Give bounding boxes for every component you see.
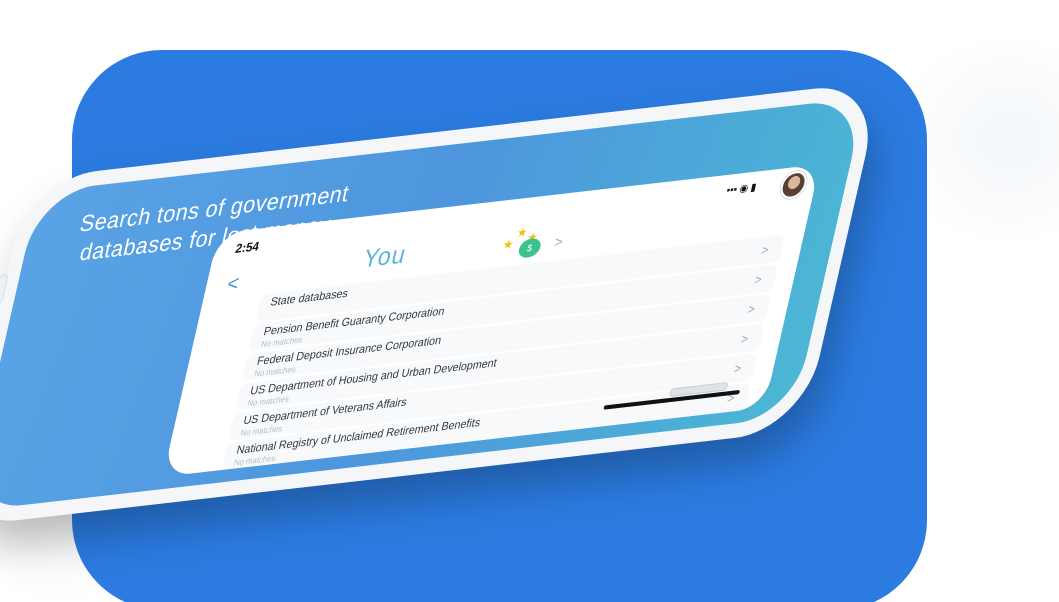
database-list: State databases > Pension Benefit Guaran… (221, 234, 786, 471)
avatar[interactable] (777, 169, 810, 201)
mute-switch (0, 273, 9, 305)
phone-mockup: Search tons of government databases for … (0, 0, 958, 529)
money-bubble-icon: $ (516, 237, 543, 259)
star-icon: ★ (501, 236, 516, 253)
back-arrow-icon[interactable]: < (225, 272, 242, 298)
signal-wifi-battery-icon: ▪▪▪ ◉ ▮ (725, 181, 758, 197)
scene: Search tons of government databases for … (0, 0, 1059, 602)
page-title: You (360, 240, 410, 274)
chevron-right-icon: > (552, 232, 565, 251)
status-time: 2:54 (233, 238, 261, 257)
